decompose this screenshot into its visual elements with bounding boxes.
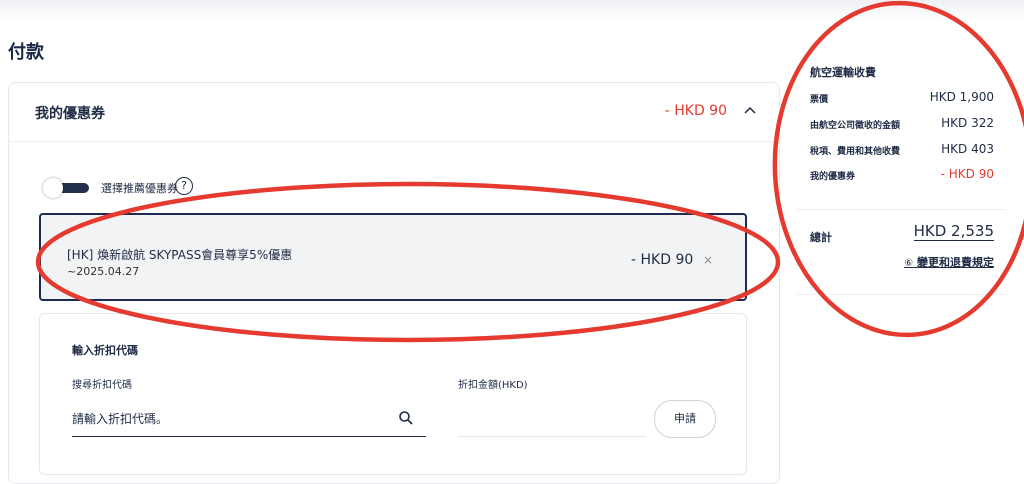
coupon-amount: - HKD 90: [631, 252, 694, 268]
discount-code-title: 輸入折扣代碼: [72, 344, 138, 357]
chevron-up-icon[interactable]: [743, 103, 757, 117]
recommend-coupon-toggle[interactable]: [43, 178, 89, 198]
fee-row-taxes: 稅項、費用和其他收費 HKD 403: [810, 142, 994, 160]
total-label: 總計: [810, 231, 832, 244]
fee-label: 票價: [810, 95, 829, 105]
toggle-knob: [43, 178, 63, 198]
fee-value: - HKD 90: [940, 167, 994, 181]
discount-amount-field: [458, 402, 646, 437]
fee-label: 我的優惠券: [810, 172, 856, 182]
coupon-expiry-date: ~2025.04.27: [67, 265, 140, 278]
fee-row-coupon: 我的優惠券 - HKD 90: [810, 167, 994, 185]
refund-rules-icon: ⑥: [904, 258, 914, 269]
close-icon[interactable]: ×: [703, 253, 713, 267]
coupon-header-title: 我的優惠券: [35, 106, 105, 122]
refund-rules-label: 變更和退費規定: [917, 256, 994, 269]
summary-divider: [796, 209, 1006, 210]
fee-value: HKD 322: [941, 116, 994, 130]
discount-amount-label: 折扣金額(HKD): [458, 380, 528, 391]
summary-title: 航空運輸收費: [810, 66, 876, 79]
discount-code-input[interactable]: [72, 402, 426, 437]
fare-summary: 航空運輸收費 票價 HKD 1,900 由航空公司徵收的金額 HKD 322 稅…: [796, 36, 1006, 296]
coupon-discount-amount: - HKD 90: [664, 103, 727, 119]
search-icon[interactable]: [398, 410, 414, 426]
fee-row-carrier: 由航空公司徵收的金額 HKD 322: [810, 116, 994, 134]
fee-row-fare: 票價 HKD 1,900: [810, 90, 994, 108]
total-value: HKD 2,535: [913, 222, 994, 241]
fee-label: 由航空公司徵收的金額: [810, 121, 901, 131]
coupon-header[interactable]: 我的優惠券 - HKD 90: [9, 83, 779, 142]
fee-value: HKD 1,900: [929, 90, 994, 104]
discount-code-panel: 輸入折扣代碼 搜尋折扣代碼 折扣金額(HKD) 申請: [39, 313, 747, 475]
coupon-name: [HK] 煥新啟航 SKYPASS會員尊享5%優惠: [67, 248, 293, 262]
page-title: 付款: [8, 42, 44, 63]
apply-button[interactable]: 申請: [654, 400, 716, 438]
selected-coupon[interactable]: [HK] 煥新啟航 SKYPASS會員尊享5%優惠 ~2025.04.27 - …: [39, 213, 747, 301]
summary-divider-bottom: [796, 294, 1006, 295]
top-shadow: [0, 0, 1024, 22]
recommend-coupon-label: 選擇推薦優惠券: [101, 182, 178, 195]
fee-value: HKD 403: [941, 142, 994, 156]
help-icon[interactable]: ?: [175, 177, 193, 195]
coupon-card: 我的優惠券 - HKD 90 選擇推薦優惠券 ? [HK] 煥新啟航 SKYPA…: [8, 82, 780, 484]
search-code-label: 搜尋折扣代碼: [72, 380, 132, 391]
fee-label: 稅項、費用和其他收費: [810, 147, 901, 157]
refund-rules-link[interactable]: ⑥ 變更和退費規定: [904, 254, 994, 270]
